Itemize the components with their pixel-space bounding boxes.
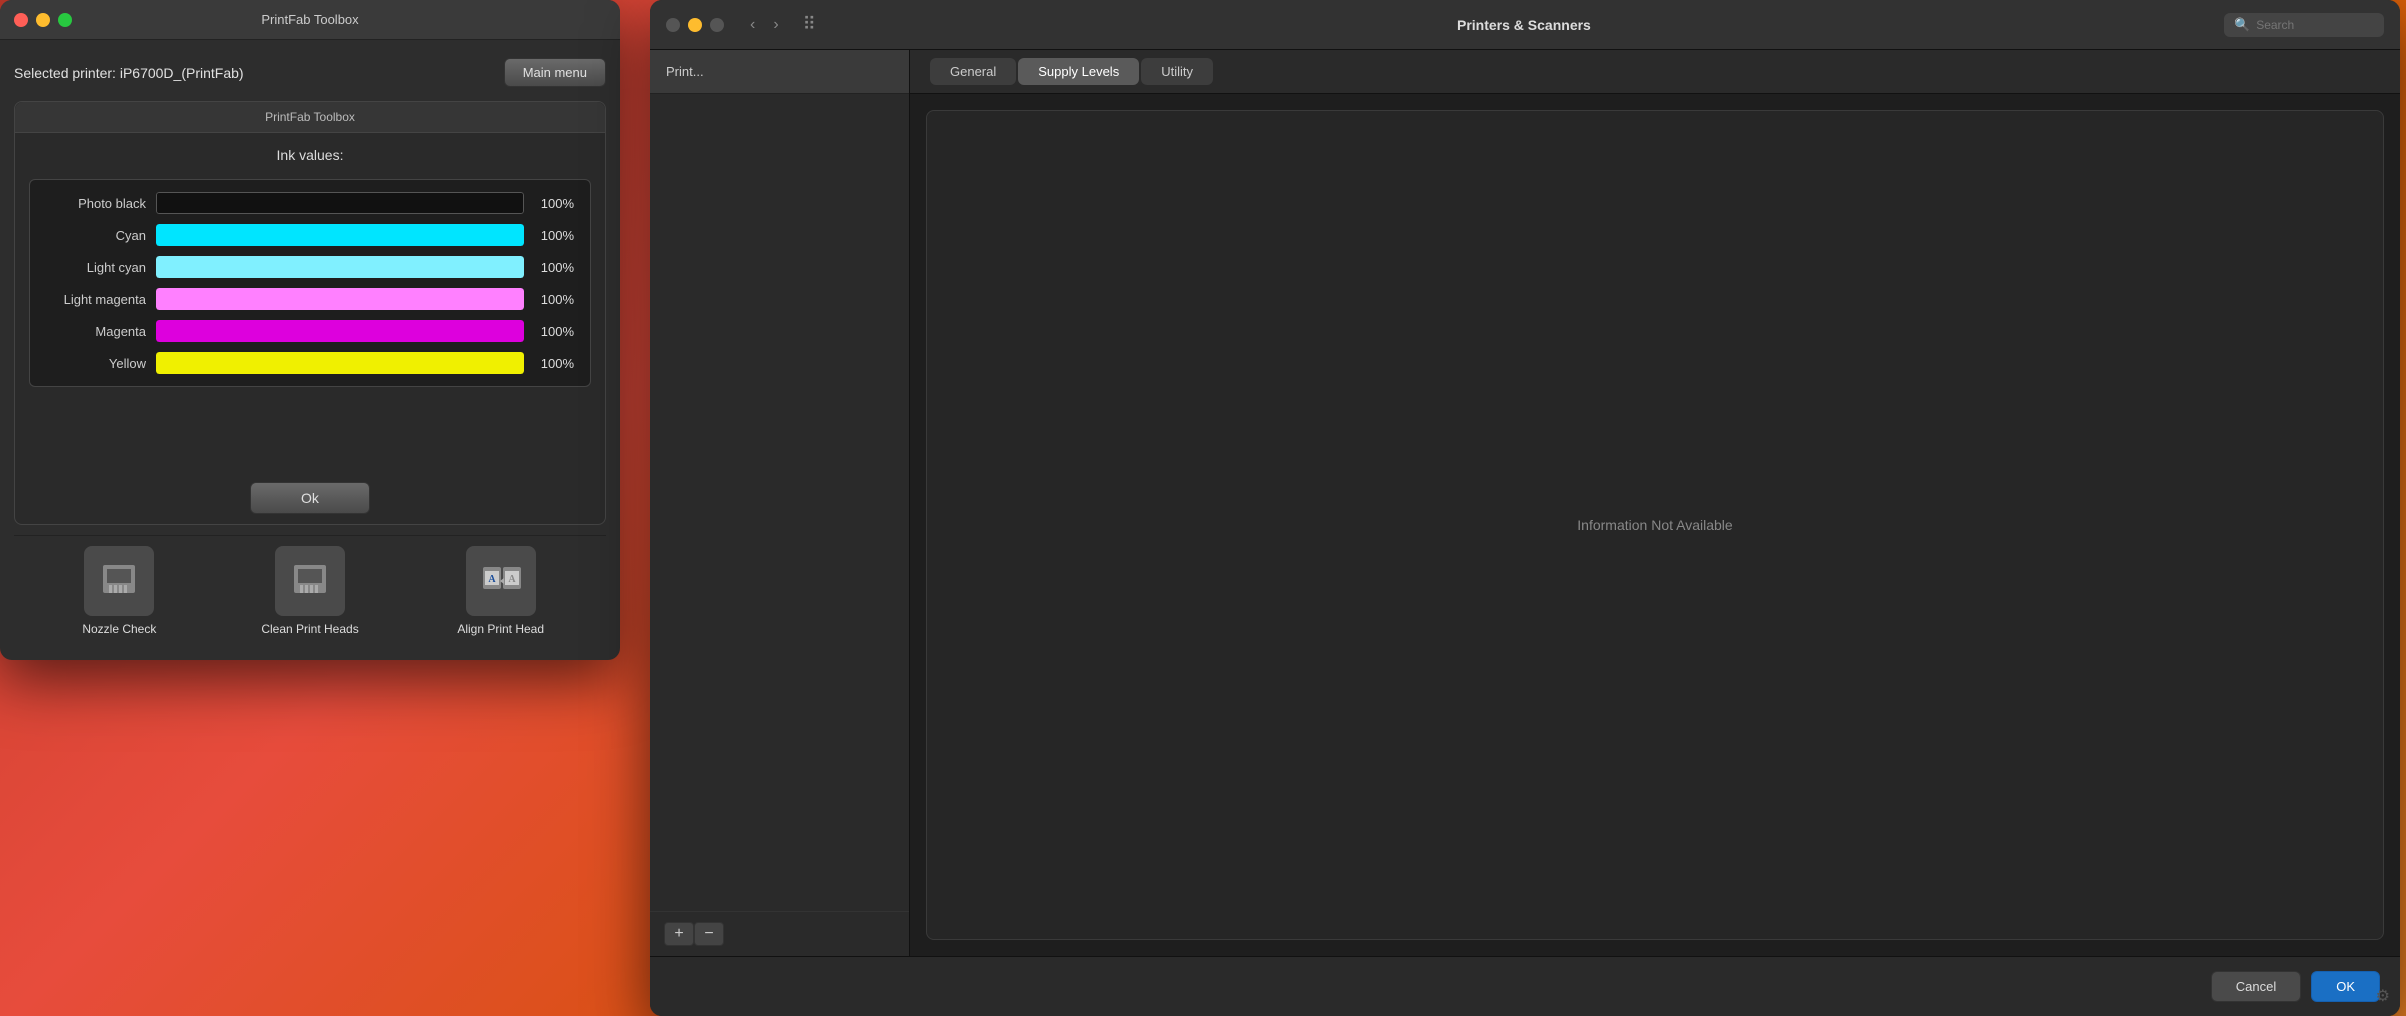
ink-label-light-cyan: Light cyan [46,260,146,275]
printers-content: Print... + − General Supply Levels Utili… [650,50,2400,956]
nozzle-check-icon [84,546,154,616]
bottom-toolbar: Nozzle Check Clean Print Heads [14,535,606,646]
ink-bar-light-cyan-container [156,256,524,278]
ink-bar-magenta-container [156,320,524,342]
search-input[interactable] [2256,18,2356,32]
ink-row-magenta: Magenta 100% [46,320,574,342]
printers-main: General Supply Levels Utility Informatio… [910,50,2400,956]
ink-bar-yellow [156,352,524,374]
add-printer-button[interactable]: + [664,922,694,946]
search-box: 🔍 [2224,13,2384,37]
ink-percent-light-cyan: 100% [534,260,574,275]
ink-label-cyan: Cyan [46,228,146,243]
toolbar-item-align-print-head[interactable]: A A Align Print Head [409,546,592,636]
ink-row-light-cyan: Light cyan 100% [46,256,574,278]
inner-panel-title: PrintFab Toolbox [15,102,605,133]
tab-supply-levels[interactable]: Supply Levels [1018,58,1139,85]
ink-label-photo-black: Photo black [46,196,146,211]
close-button[interactable] [14,13,28,27]
printers-close-button[interactable] [666,18,680,32]
ink-label-magenta: Magenta [46,324,146,339]
sidebar-printer-item[interactable]: Print... [650,50,909,94]
info-not-available-text: Information Not Available [1577,517,1732,533]
ink-label-yellow: Yellow [46,356,146,371]
toolbar-label-nozzle-check: Nozzle Check [82,622,156,636]
printer-header: Selected printer: iP6700D_(PrintFab) Mai… [14,54,606,91]
printers-titlebar: ‹ › ⠿ Printers & Scanners 🔍 [650,0,2400,50]
printfab-titlebar: PrintFab Toolbox [0,0,620,40]
dialog-ok-button[interactable]: OK [2311,971,2380,1002]
main-menu-button[interactable]: Main menu [504,58,606,87]
printers-maximize-button[interactable] [710,18,724,32]
ink-label-light-magenta: Light magenta [46,292,146,307]
ink-percent-cyan: 100% [534,228,574,243]
printers-traffic-lights [666,18,724,32]
selected-printer-label: Selected printer: iP6700D_(PrintFab) [14,65,244,81]
toolbar-label-align-print-head: Align Print Head [457,622,544,636]
sidebar-printer-name: Print... [666,64,704,79]
clean-print-heads-icon [275,546,345,616]
ink-bar-photo-black [156,192,524,214]
ink-percent-magenta: 100% [534,324,574,339]
tabs-container: General Supply Levels Utility [910,50,2400,94]
maximize-button[interactable] [58,13,72,27]
sidebar-add-remove: + − [650,911,909,956]
printfab-window-body: Selected printer: iP6700D_(PrintFab) Mai… [0,40,620,660]
gear-icon: ⚙ [2376,986,2390,1006]
printers-minimize-button[interactable] [688,18,702,32]
ink-bar-cyan [156,224,524,246]
ink-percent-light-magenta: 100% [534,292,574,307]
ink-values-title: Ink values: [29,147,591,163]
align-print-head-icon: A A [466,546,536,616]
tab-content-area: Information Not Available [926,110,2384,940]
ink-bar-light-magenta [156,288,524,310]
ok-btn-container: Ok [15,472,605,524]
remove-printer-button[interactable]: − [694,922,724,946]
svg-text:A: A [488,574,496,585]
back-button[interactable]: ‹ [744,14,761,36]
tab-general[interactable]: General [930,58,1016,85]
ink-percent-photo-black: 100% [534,196,574,211]
tab-utility[interactable]: Utility [1141,58,1213,85]
ink-bar-light-magenta-container [156,288,524,310]
printers-window-title: Printers & Scanners [834,17,2214,33]
nav-buttons: ‹ › [744,14,785,36]
printers-scanners-window: ‹ › ⠿ Printers & Scanners 🔍 Print... + −… [650,0,2400,1016]
printers-sidebar: Print... + − [650,50,910,956]
ink-bar-yellow-container [156,352,524,374]
ink-row-yellow: Yellow 100% [46,352,574,374]
toolbar-item-clean-print-heads[interactable]: Clean Print Heads [219,546,402,636]
ink-values-section: Ink values: Photo black 100% Cyan [15,133,605,472]
ink-bar-cyan-container [156,224,524,246]
printfab-toolbox-window: PrintFab Toolbox Selected printer: iP670… [0,0,620,660]
ink-bar-magenta [156,320,524,342]
toolbar-item-nozzle-check[interactable]: Nozzle Check [28,546,211,636]
ink-table: Photo black 100% Cyan 100% [29,179,591,387]
ink-bar-light-cyan [156,256,524,278]
cancel-button[interactable]: Cancel [2211,971,2301,1002]
search-icon: 🔍 [2234,17,2250,33]
inner-panel: PrintFab Toolbox Ink values: Photo black… [14,101,606,525]
ink-bar-photo-black-container [156,192,524,214]
minimize-button[interactable] [36,13,50,27]
grid-icon: ⠿ [803,14,816,35]
ink-row-photo-black: Photo black 100% [46,192,574,214]
svg-text:A: A [508,574,516,585]
printfab-window-title: PrintFab Toolbox [261,12,358,27]
ink-percent-yellow: 100% [534,356,574,371]
traffic-lights [14,13,72,27]
forward-button[interactable]: › [767,14,784,36]
bottom-dialog-bar: Cancel OK [650,956,2400,1016]
ink-ok-button[interactable]: Ok [250,482,370,514]
ink-row-light-magenta: Light magenta 100% [46,288,574,310]
toolbar-label-clean-print-heads: Clean Print Heads [261,622,358,636]
ink-row-cyan: Cyan 100% [46,224,574,246]
